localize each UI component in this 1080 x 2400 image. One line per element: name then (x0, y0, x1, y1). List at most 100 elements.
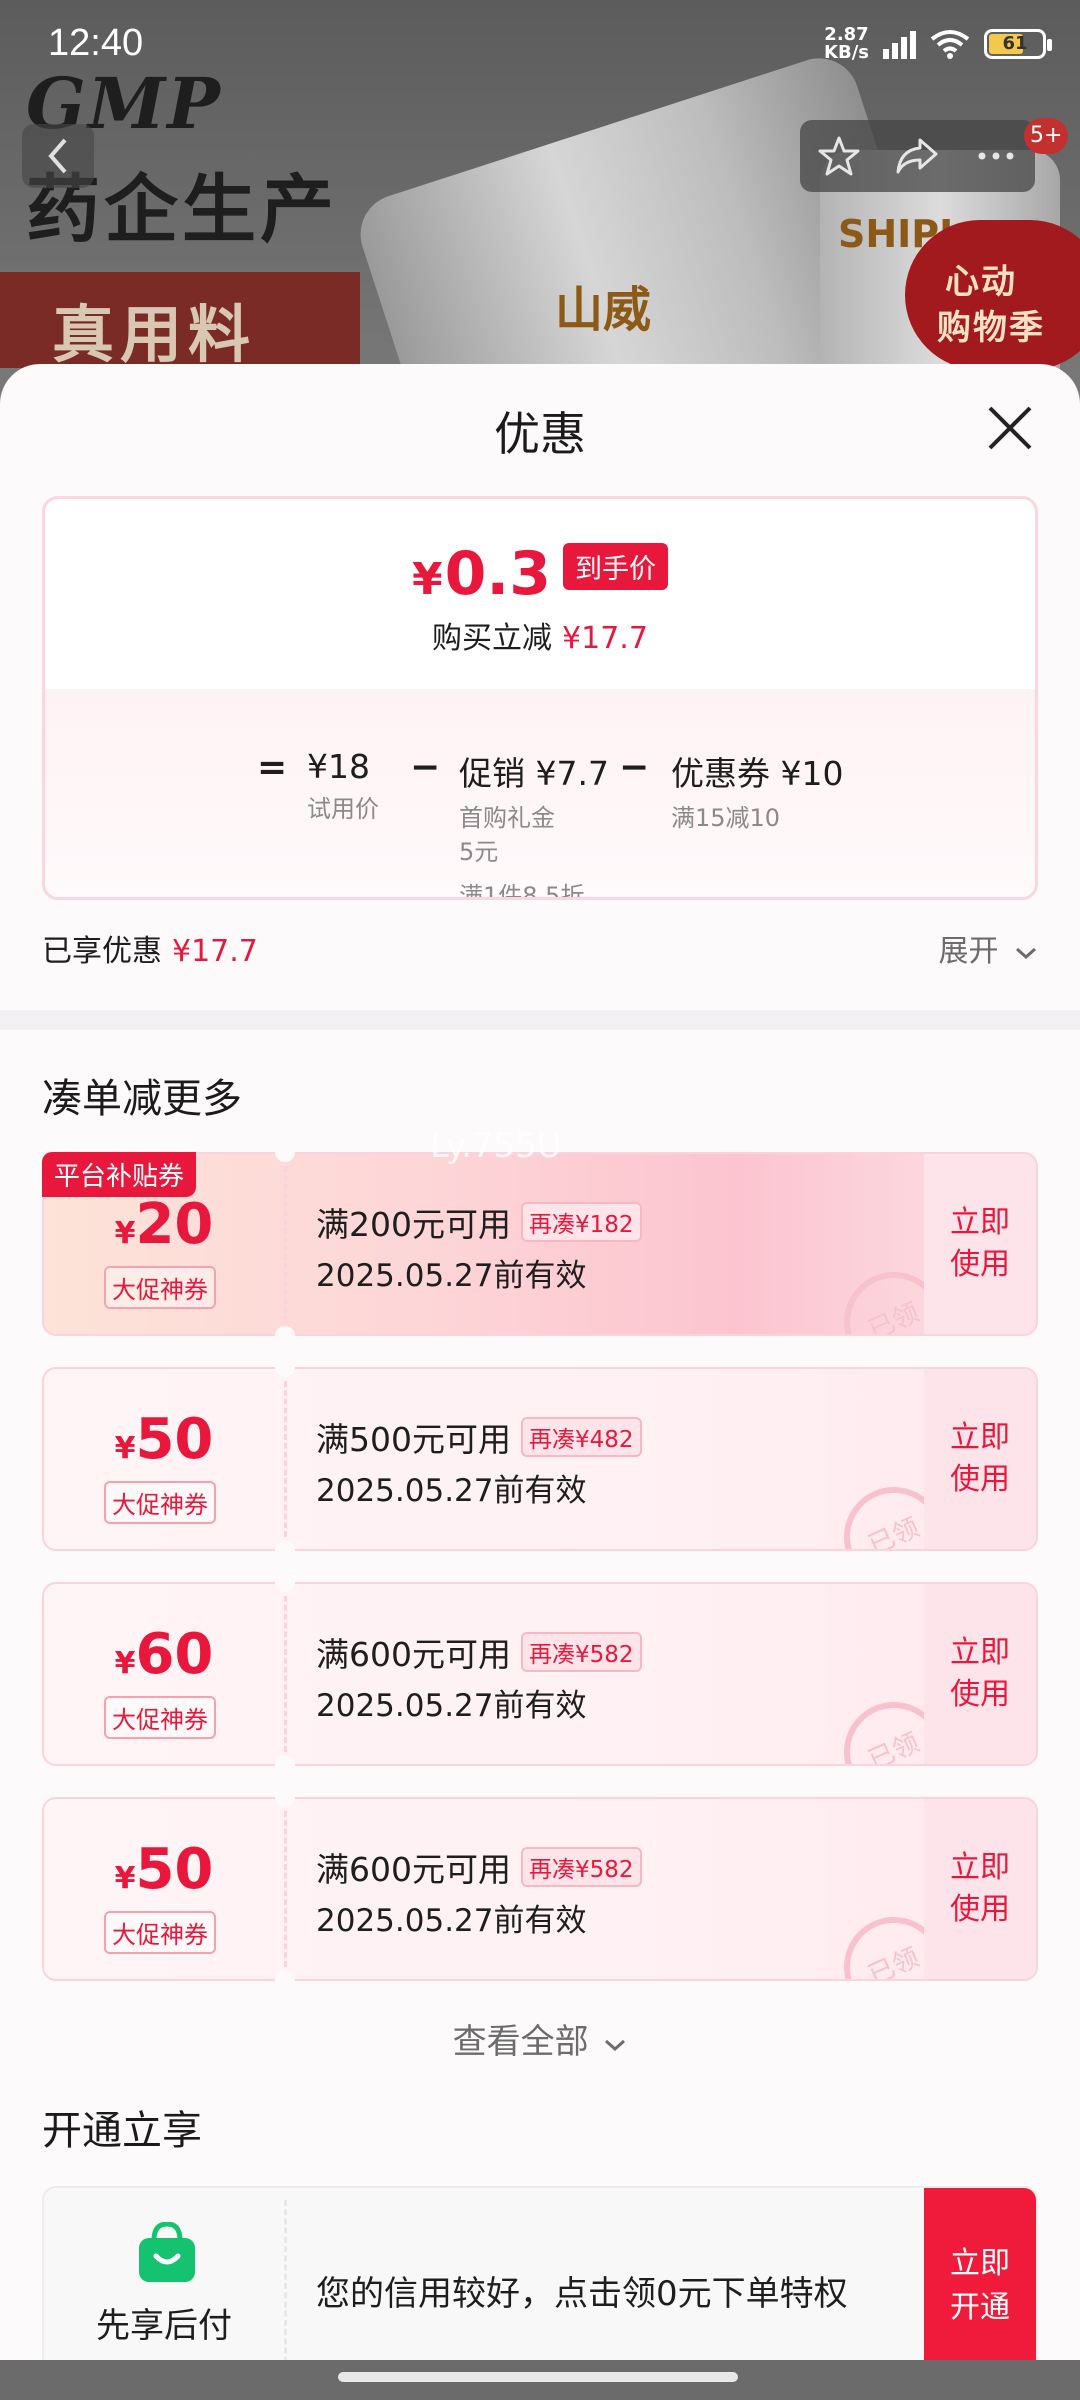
expand-label: 展开 (938, 934, 999, 969)
use-now-button[interactable]: 立即 使用 (924, 1799, 1036, 1979)
coupon-card[interactable]: ¥60 大促神券 满600元可用 再凑¥582 2025.05.27前有效 已领 … (42, 1582, 1038, 1766)
coupon-value-area: ¥50 大促神券 (44, 1369, 284, 1549)
message-count-badge: 5+ (1024, 118, 1069, 154)
section-divider (0, 1010, 1080, 1030)
enjoyed-discount: 已享优惠 ¥17.7 (42, 926, 258, 970)
use-now-button[interactable]: 立即 使用 (924, 1584, 1036, 1764)
enjoyed-label: 已享优惠 (42, 934, 162, 969)
coupon-perforation (284, 1596, 287, 1752)
promo-badge-line2: 购物季 (937, 308, 1045, 348)
pay-later-card[interactable]: 先享后付 您的信用较好，点击领0元下单特权 立即 开通 (42, 2186, 1038, 2386)
coupon-amount: ¥60 (44, 1622, 284, 1687)
back-button[interactable] (22, 124, 94, 188)
open-now-button[interactable]: 立即 开通 (924, 2188, 1036, 2384)
status-time: 12:40 (48, 22, 144, 64)
coupon-amount: ¥50 (44, 1407, 284, 1472)
signal-icon (883, 29, 916, 59)
coupon-condition-text: 满500元可用 (316, 1420, 511, 1459)
coupon-currency: ¥ (114, 1861, 136, 1896)
banner-band-text: 真用料 (52, 298, 257, 371)
trial-price: ¥18 试用价 (307, 747, 379, 826)
status-bar: 12:40 2.87 KB/s 61 (0, 0, 1080, 90)
coupon-condition: 满200元可用 再凑¥182 (316, 1198, 642, 1246)
card-perforation (284, 2200, 287, 2372)
coupon-validity: 2025.05.27前有效 (316, 1258, 587, 1294)
coupon-discount-sub: 满15减10 (671, 804, 781, 832)
chevron-down-icon (1016, 947, 1036, 960)
price-breakdown-card: ¥ 0.3 到手价 购买立减 ¥17.7 = ¥18 试用价 − 促销 ¥7.7 … (42, 496, 1038, 900)
coupon-value-area: ¥50 大促神券 (44, 1799, 284, 1979)
coupon-label: 大促神券 (104, 1696, 216, 1739)
coupon-perforation (284, 1166, 287, 1322)
see-all-label: 查看全部 (452, 2022, 589, 2062)
top-action-bar (800, 120, 1035, 192)
coupon-condition: 满600元可用 再凑¥582 (316, 1843, 642, 1891)
trial-price-label: 试用价 (307, 795, 379, 823)
coupon-label: 大促神券 (104, 1266, 216, 1309)
coupon-value: 50 (135, 1407, 214, 1472)
promo-discount: 促销 ¥7.7 首购礼金 5元 满1件8.5折 (459, 747, 609, 900)
reduce-label: 购买立减 (432, 621, 553, 656)
chevron-down-icon (605, 2039, 626, 2052)
coupon-perforation (284, 1811, 287, 1967)
pay-later-message: 您的信用较好，点击领0元下单特权 (316, 2274, 848, 2314)
final-price-currency: ¥ (412, 554, 443, 605)
coupon-currency: ¥ (114, 1431, 136, 1466)
coupon-remaining: 再凑¥582 (521, 1847, 642, 1887)
reduce-amount: ¥17.7 (562, 621, 648, 656)
promo-sub-3: 满1件8.5折 (459, 882, 585, 900)
coupon-card[interactable]: ¥50 大促神券 满600元可用 再凑¥582 2025.05.27前有效 已领 … (42, 1797, 1038, 1981)
see-all-button[interactable]: 查看全部 (0, 2014, 1080, 2063)
coupon-discount: 优惠券 ¥10 满15减10 (671, 747, 843, 835)
coupon-validity: 2025.05.27前有效 (316, 1688, 587, 1724)
trial-price-value: ¥18 (307, 747, 370, 786)
reduce-line: 购买立减 ¥17.7 (45, 613, 1035, 657)
enjoyed-amount: ¥17.7 (172, 934, 258, 969)
coupon-remaining: 再凑¥482 (521, 1417, 642, 1457)
coupon-currency: ¥ (114, 1646, 136, 1681)
brand-logo: 山威 (555, 282, 652, 338)
final-price: ¥ 0.3 到手价 (45, 539, 1035, 609)
gesture-bar (0, 2360, 1080, 2400)
coupon-card[interactable]: ¥50 大促神券 满500元可用 再凑¥482 2025.05.27前有效 已领 … (42, 1367, 1038, 1551)
coupon-value: 50 (135, 1837, 214, 1902)
minus-sign-2: − (619, 747, 650, 788)
minus-sign-1: − (410, 747, 441, 788)
coupon-amount: ¥20 (44, 1192, 284, 1257)
network-speed: 2.87 KB/s (824, 26, 869, 62)
star-icon[interactable] (817, 134, 861, 178)
coupon-currency: ¥ (114, 1216, 136, 1251)
network-speed-unit: KB/s (824, 42, 869, 63)
coupon-validity: 2025.05.27前有效 (316, 1473, 587, 1509)
coupon-label: 大促神券 (104, 1481, 216, 1524)
coupon-discount-title: 优惠券 ¥10 (671, 754, 844, 793)
share-icon[interactable] (894, 134, 940, 178)
coupon-label: 大促神券 (104, 1911, 216, 1954)
final-price-amount: 0.3 (444, 539, 551, 609)
coupon-value: 60 (135, 1622, 214, 1687)
use-now-button[interactable]: 立即 使用 (924, 1369, 1036, 1549)
use-now-button[interactable]: 立即 使用 (924, 1154, 1036, 1334)
promo-badge: 心动 购物季 (905, 220, 1080, 370)
more-icon[interactable] (974, 134, 1018, 178)
shopping-bag-icon (139, 2222, 195, 2282)
coupon-remaining: 再凑¥582 (521, 1632, 642, 1672)
coupon-condition-text: 满600元可用 (316, 1635, 511, 1674)
promo-badge-line1: 心动 (945, 262, 1017, 302)
watermark: Ly.755U (430, 1126, 562, 1166)
platform-subsidy-tag: 平台补贴券 (42, 1152, 197, 1197)
pay-later-label: 先享后付 (96, 2306, 232, 2346)
promo-sub-2: 5元 (459, 838, 499, 866)
coupon-validity: 2025.05.27前有效 (316, 1903, 587, 1939)
coupon-value: 20 (135, 1192, 214, 1257)
coupon-perforation (284, 1381, 287, 1537)
home-indicator[interactable] (338, 2372, 738, 2382)
coupon-amount: ¥50 (44, 1837, 284, 1902)
coupon-condition-text: 满200元可用 (316, 1205, 511, 1244)
promo-sub-1: 首购礼金 (459, 804, 555, 832)
open-section-title: 开通立享 (42, 2108, 202, 2154)
coupon-condition-text: 满600元可用 (316, 1850, 511, 1889)
close-icon[interactable] (984, 402, 1036, 454)
expand-button[interactable]: 展开 (938, 926, 1038, 970)
chevron-left-icon (48, 138, 67, 174)
